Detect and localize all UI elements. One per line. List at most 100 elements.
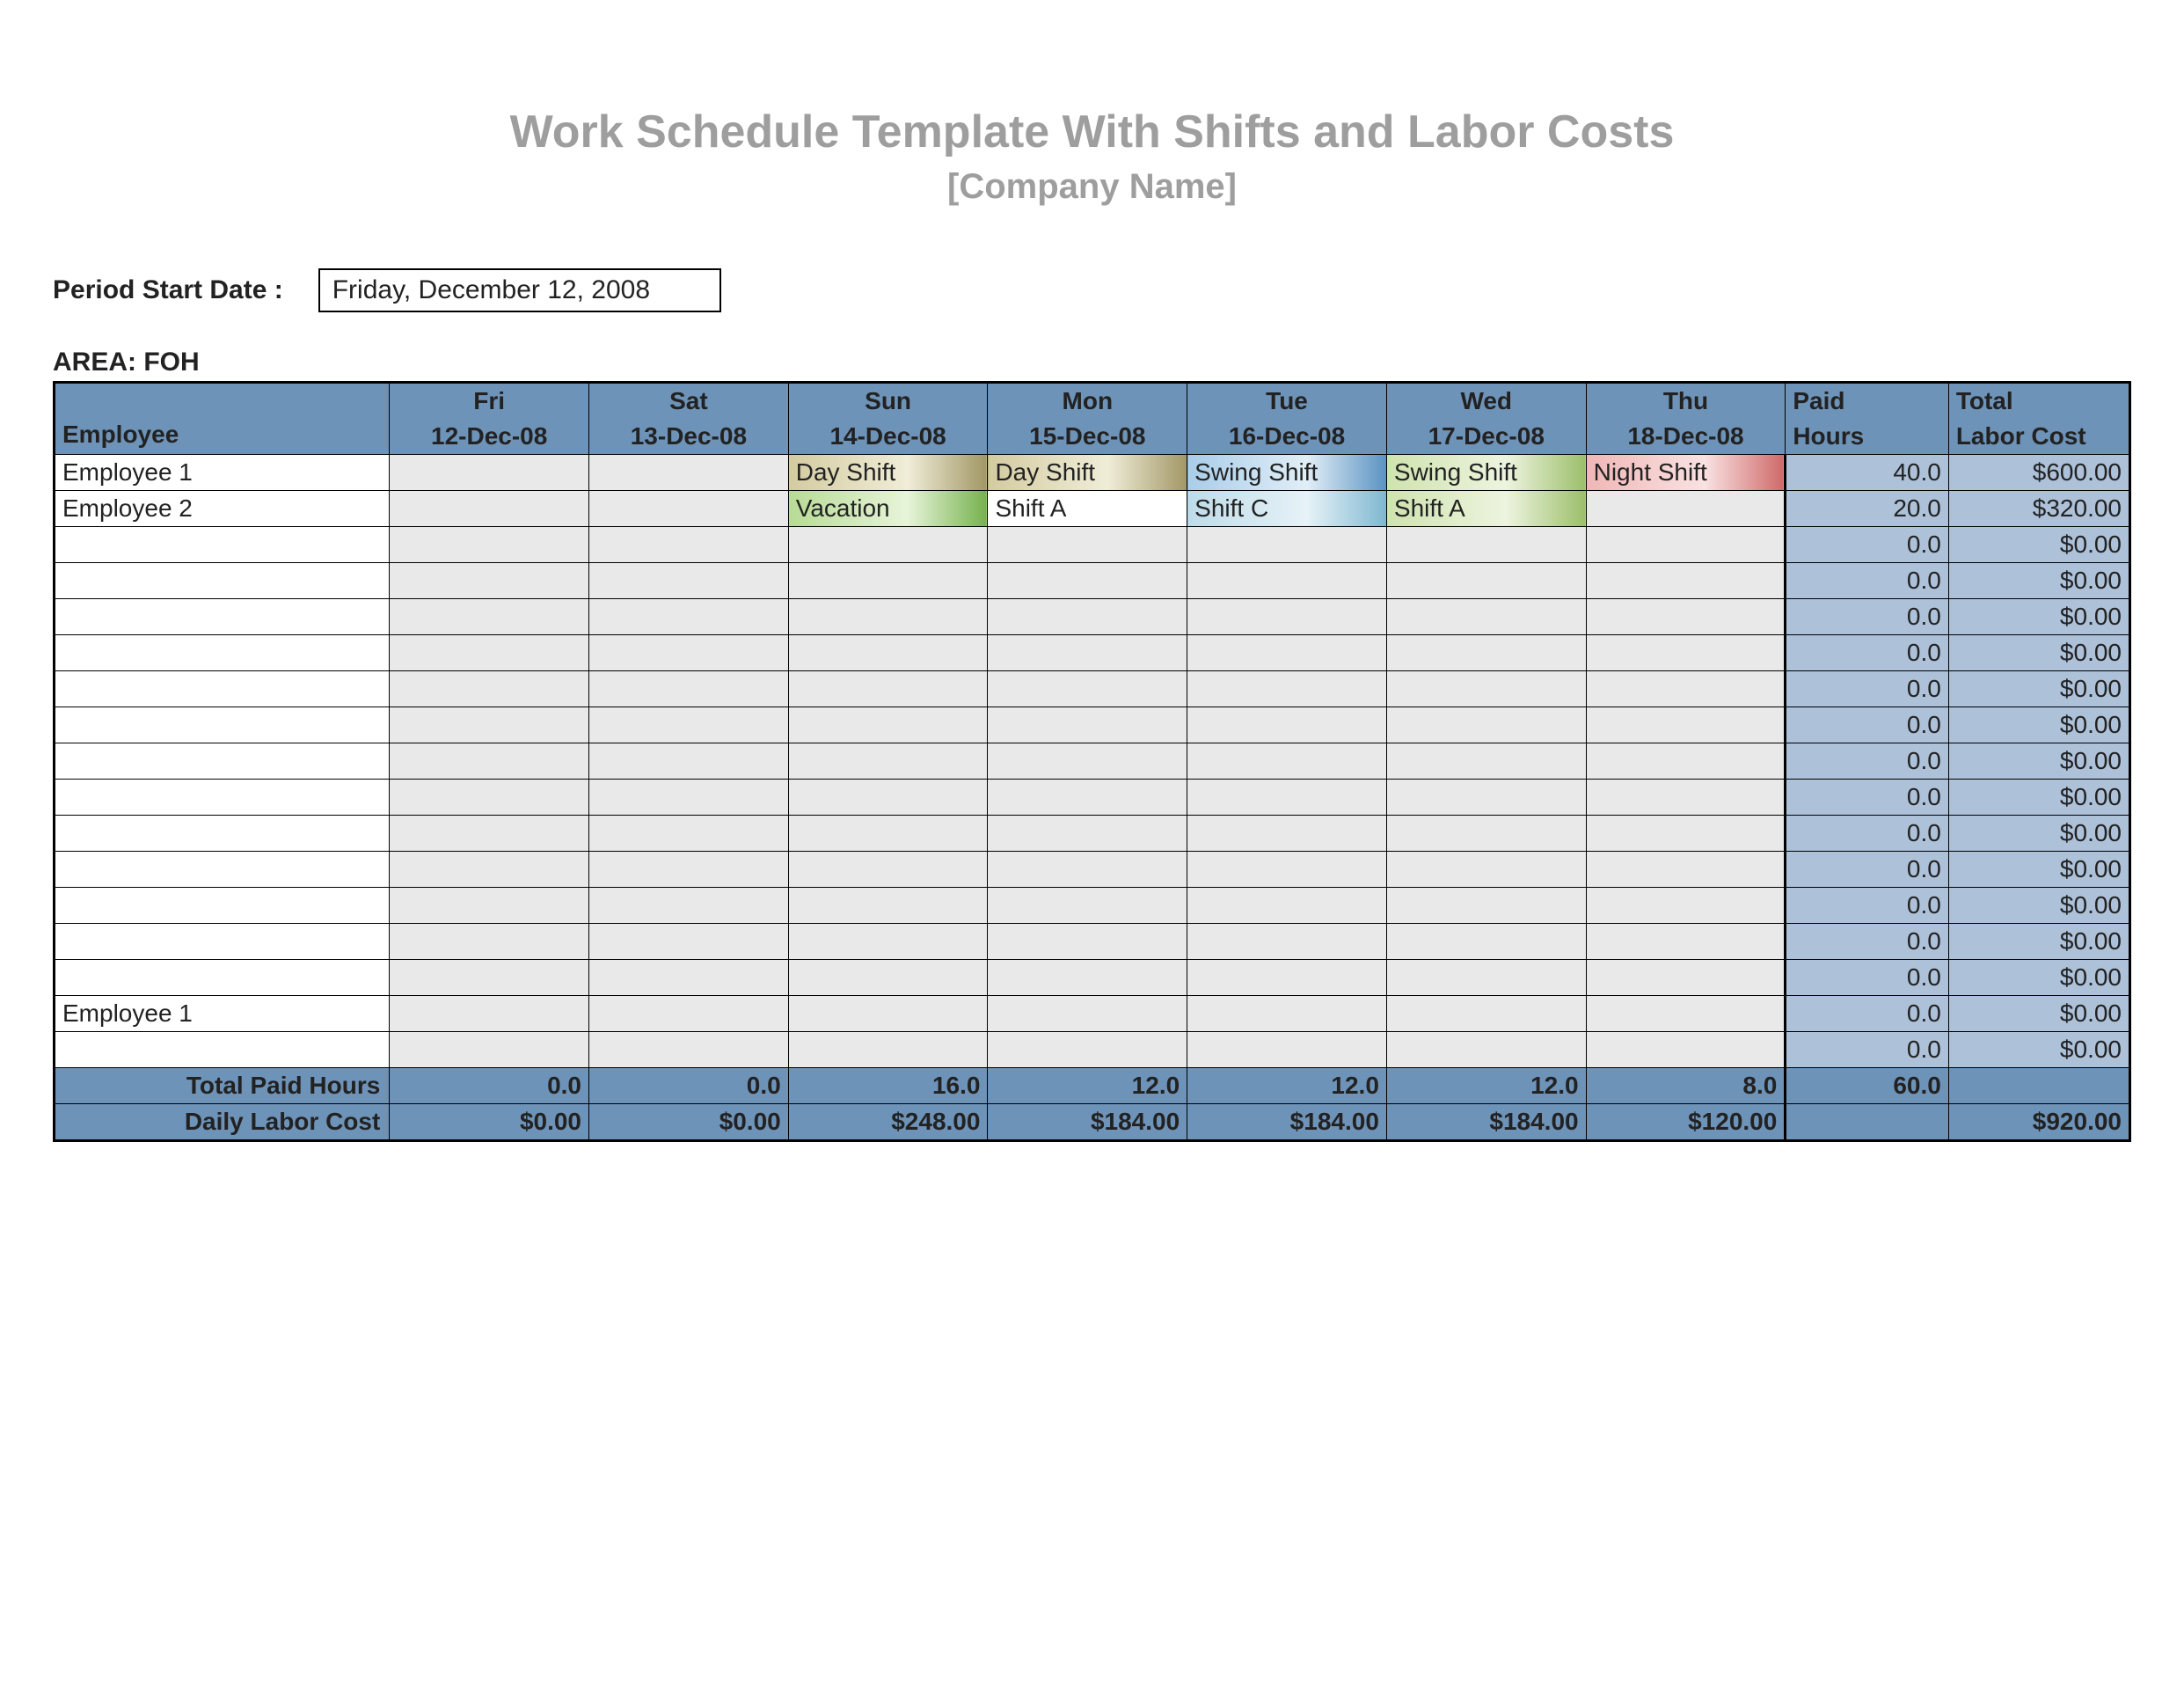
employee-name-cell[interactable]	[55, 780, 390, 816]
schedule-cell[interactable]	[988, 816, 1187, 852]
schedule-cell[interactable]	[390, 1032, 589, 1068]
schedule-cell[interactable]	[1187, 1032, 1387, 1068]
schedule-cell[interactable]	[589, 780, 789, 816]
schedule-cell[interactable]	[589, 816, 789, 852]
schedule-cell[interactable]	[988, 852, 1187, 888]
employee-name-cell[interactable]	[55, 960, 390, 996]
schedule-cell[interactable]	[988, 671, 1187, 707]
employee-name-cell[interactable]	[55, 599, 390, 635]
employee-name-cell[interactable]	[55, 707, 390, 743]
schedule-cell[interactable]	[1386, 563, 1586, 599]
schedule-cell[interactable]	[988, 563, 1187, 599]
schedule-cell[interactable]	[390, 527, 589, 563]
schedule-cell[interactable]	[1386, 671, 1586, 707]
schedule-cell[interactable]	[1586, 816, 1786, 852]
schedule-cell[interactable]	[1187, 635, 1387, 671]
schedule-cell[interactable]	[589, 455, 789, 491]
schedule-cell[interactable]	[589, 1032, 789, 1068]
schedule-cell[interactable]	[1386, 960, 1586, 996]
schedule-cell[interactable]	[988, 996, 1187, 1032]
schedule-cell[interactable]	[1187, 743, 1387, 780]
schedule-cell[interactable]	[1586, 960, 1786, 996]
schedule-cell[interactable]	[1586, 707, 1786, 743]
schedule-cell[interactable]	[1586, 852, 1786, 888]
schedule-cell[interactable]	[1586, 1032, 1786, 1068]
employee-name-cell[interactable]	[55, 635, 390, 671]
schedule-cell[interactable]	[390, 563, 589, 599]
schedule-cell[interactable]	[1187, 888, 1387, 924]
schedule-cell[interactable]	[390, 780, 589, 816]
schedule-cell[interactable]	[788, 635, 988, 671]
employee-name-cell[interactable]: Employee 2	[55, 491, 390, 527]
schedule-cell[interactable]	[988, 743, 1187, 780]
schedule-cell[interactable]: Day Shift	[988, 455, 1187, 491]
schedule-cell[interactable]	[988, 960, 1187, 996]
schedule-cell[interactable]	[1187, 563, 1387, 599]
schedule-cell[interactable]	[390, 707, 589, 743]
schedule-cell[interactable]	[788, 996, 988, 1032]
schedule-cell[interactable]	[788, 924, 988, 960]
schedule-cell[interactable]	[589, 852, 789, 888]
employee-name-cell[interactable]: Employee 1	[55, 455, 390, 491]
schedule-cell[interactable]	[1187, 852, 1387, 888]
schedule-cell[interactable]	[1586, 671, 1786, 707]
employee-name-cell[interactable]	[55, 852, 390, 888]
period-start-value[interactable]: Friday, December 12, 2008	[318, 268, 721, 312]
schedule-cell[interactable]	[1386, 924, 1586, 960]
schedule-cell[interactable]	[988, 780, 1187, 816]
schedule-cell[interactable]	[1586, 996, 1786, 1032]
schedule-cell[interactable]	[1187, 527, 1387, 563]
schedule-cell[interactable]: Day Shift	[788, 455, 988, 491]
schedule-cell[interactable]	[1586, 780, 1786, 816]
schedule-cell[interactable]	[1187, 707, 1387, 743]
schedule-cell[interactable]	[1187, 671, 1387, 707]
schedule-cell[interactable]: Night Shift	[1586, 455, 1786, 491]
schedule-cell[interactable]	[390, 816, 589, 852]
schedule-cell[interactable]	[788, 743, 988, 780]
schedule-cell[interactable]	[1586, 527, 1786, 563]
schedule-cell[interactable]	[1386, 743, 1586, 780]
schedule-cell[interactable]	[988, 635, 1187, 671]
schedule-cell[interactable]	[788, 599, 988, 635]
schedule-cell[interactable]	[390, 996, 589, 1032]
schedule-cell[interactable]	[589, 960, 789, 996]
schedule-cell[interactable]	[1386, 1032, 1586, 1068]
schedule-cell[interactable]	[988, 924, 1187, 960]
schedule-cell[interactable]	[788, 671, 988, 707]
schedule-cell[interactable]	[988, 1032, 1187, 1068]
employee-name-cell[interactable]	[55, 888, 390, 924]
schedule-cell[interactable]	[390, 635, 589, 671]
schedule-cell[interactable]	[390, 960, 589, 996]
schedule-cell[interactable]	[390, 743, 589, 780]
schedule-cell[interactable]: Shift A	[988, 491, 1187, 527]
schedule-cell[interactable]	[1187, 960, 1387, 996]
schedule-cell[interactable]	[1586, 635, 1786, 671]
schedule-cell[interactable]	[1187, 816, 1387, 852]
schedule-cell[interactable]	[1187, 780, 1387, 816]
schedule-cell[interactable]	[390, 491, 589, 527]
schedule-cell[interactable]	[589, 924, 789, 960]
schedule-cell[interactable]	[589, 671, 789, 707]
schedule-cell[interactable]: Swing Shift	[1386, 455, 1586, 491]
schedule-cell[interactable]	[1586, 888, 1786, 924]
schedule-cell[interactable]	[1586, 924, 1786, 960]
schedule-cell[interactable]	[1586, 491, 1786, 527]
schedule-cell[interactable]	[1386, 707, 1586, 743]
schedule-cell[interactable]	[988, 707, 1187, 743]
schedule-cell[interactable]	[1386, 816, 1586, 852]
employee-name-cell[interactable]	[55, 816, 390, 852]
schedule-cell[interactable]	[589, 599, 789, 635]
schedule-cell[interactable]	[390, 852, 589, 888]
schedule-cell[interactable]	[1386, 888, 1586, 924]
schedule-cell[interactable]	[788, 1032, 988, 1068]
employee-name-cell[interactable]	[55, 563, 390, 599]
schedule-cell[interactable]	[589, 635, 789, 671]
schedule-cell[interactable]	[390, 924, 589, 960]
schedule-cell[interactable]	[589, 743, 789, 780]
schedule-cell[interactable]	[1386, 780, 1586, 816]
schedule-cell[interactable]	[788, 852, 988, 888]
schedule-cell[interactable]	[390, 455, 589, 491]
schedule-cell[interactable]	[1187, 924, 1387, 960]
schedule-cell[interactable]	[390, 888, 589, 924]
schedule-cell[interactable]	[788, 563, 988, 599]
